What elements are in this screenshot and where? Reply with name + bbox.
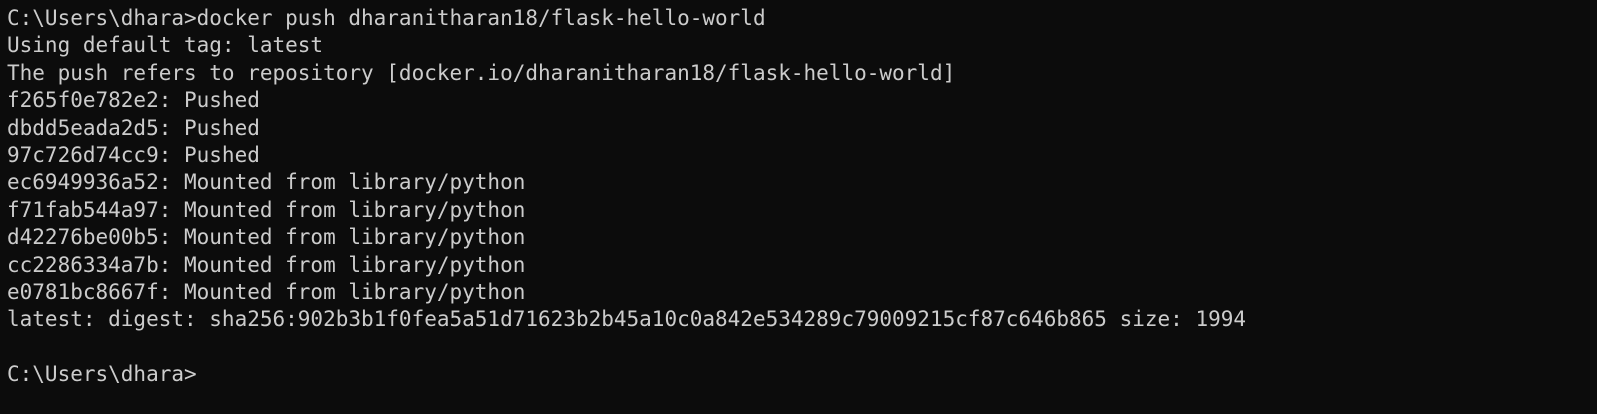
layer-status-line: f265f0e782e2: Pushed [7,88,260,113]
output-line: The push refers to repository [docker.io… [7,60,956,85]
prompt-line[interactable]: C:\Users\dhara> [7,361,1597,388]
terminal-window[interactable]: C:\Users\dhara>docker push dharanitharan… [0,0,1597,414]
layer-status-line: cc2286334a7b: Mounted from library/pytho… [7,252,526,277]
layer-status-line: d42276be00b5: Mounted from library/pytho… [7,225,526,250]
digest-line: latest: digest: sha256:902b3b1f0fea5a51d… [7,307,1247,332]
layer-status-line: 97c726d74cc9: Pushed [7,142,260,167]
layer-status-line: dbdd5eada2d5: Pushed [7,115,260,140]
layer-status-line: ec6949936a52: Mounted from library/pytho… [7,170,526,195]
output-line: Using default tag: latest [7,33,324,58]
layer-status-line: f71fab544a97: Mounted from library/pytho… [7,197,526,222]
layer-status-line: e0781bc8667f: Mounted from library/pytho… [7,279,526,304]
command-line: C:\Users\dhara>docker push dharanitharan… [7,6,766,30]
